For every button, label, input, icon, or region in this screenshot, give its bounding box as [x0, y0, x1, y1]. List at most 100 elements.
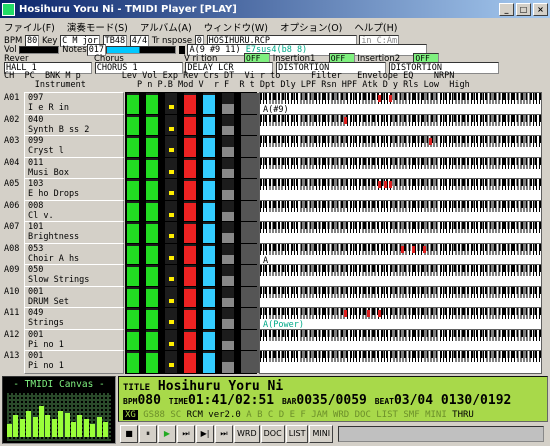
meter-bar [203, 222, 215, 244]
minimize-button[interactable]: _ [499, 2, 514, 16]
note-on-marker [389, 181, 393, 188]
channel-row[interactable]: A12 001 Pi no 1 [4, 328, 544, 353]
xg-indicator: XG [123, 410, 138, 420]
channel-number: A10 [4, 286, 20, 297]
channel-row[interactable]: A03 099 Cryst l [4, 135, 544, 159]
instrument-cell[interactable]: 053 Choir A hs [24, 242, 124, 267]
channel-meters [125, 199, 259, 224]
channel-meters [125, 328, 259, 353]
black-keys [260, 136, 541, 143]
canvas-level-bar [77, 415, 83, 437]
title-row: TITLE Hosihuru Yoru Ni [123, 379, 283, 394]
meter-bar [203, 136, 215, 158]
program-number: 040 [28, 114, 44, 125]
meter-fill [203, 138, 215, 158]
doc-button[interactable]: DOC [260, 425, 285, 443]
instrument-cell[interactable]: 001 DRUM Set [24, 285, 124, 310]
instrument-cell[interactable]: 099 Cryst l [24, 135, 124, 159]
title-label: TITLE [123, 383, 151, 393]
channel-row[interactable]: A09 050 Slow Strings [4, 264, 544, 288]
keyboard-display [259, 221, 542, 245]
channel-row[interactable]: A06 008 Cl v. [4, 199, 544, 224]
keyboard-display [259, 135, 542, 159]
instrument-cell[interactable]: 040 Synth B ss 2 [24, 113, 124, 138]
instrument-cell[interactable]: 001 Pi no 1 [24, 350, 124, 374]
instrument-name: Synth B ss 2 [28, 124, 90, 135]
wrd-button[interactable]: WRD [234, 425, 260, 443]
instrument-cell[interactable]: 001 Pi no 1 [24, 328, 124, 353]
menu-album[interactable]: アルバム(A) [140, 20, 192, 34]
instrument-cell[interactable]: 050 Slow Strings [24, 264, 124, 288]
instrument-name: Cryst l [28, 146, 64, 156]
instrument-name: Cl v. [28, 210, 54, 221]
instrument-cell[interactable]: 008 Cl v. [24, 199, 124, 224]
note-on-marker [389, 95, 393, 102]
time-row: BPM080 TIME01:41/02:51 BAR0035/0059 BEAT… [123, 393, 511, 408]
meter-fill [146, 95, 158, 115]
instrument-cell[interactable]: 049 Strings [24, 307, 124, 331]
instrument-cell[interactable]: 011 Musi Box [24, 156, 124, 181]
keyboard-display [259, 285, 542, 310]
meter-fill [203, 353, 215, 373]
menu-file[interactable]: ファイル(F) [4, 20, 55, 34]
channel-row[interactable]: A04 011 Musi Box [4, 156, 544, 181]
mini-button[interactable]: MINI [309, 425, 334, 443]
menu-options[interactable]: オプション(O) [280, 20, 342, 34]
black-keys [260, 157, 541, 165]
maximize-button[interactable]: □ [516, 2, 531, 16]
channel-row[interactable]: A10 001 DRUM Set [4, 285, 544, 310]
meter-bar [222, 136, 234, 158]
menu-help[interactable]: ヘルプ(H) [354, 20, 397, 34]
menu-play-mode[interactable]: 演奏モード(S) [67, 20, 128, 34]
channel-row[interactable]: A05 103 E ho Drops [4, 178, 544, 202]
skip-button[interactable]: ⏭ [215, 425, 233, 443]
volume-slider[interactable] [338, 426, 544, 442]
menu-window[interactable]: ウィンドウ(W) [204, 20, 268, 34]
meter-bar [127, 329, 139, 352]
channel-row[interactable]: A11 049 Strings A(Power) [4, 307, 544, 331]
canvas-level-bar [96, 417, 102, 437]
instrument-name: DRUM Set [28, 296, 69, 307]
meter-fill [127, 116, 139, 137]
meter-bar [203, 351, 215, 373]
stop-button[interactable]: ■ [120, 425, 138, 443]
channel-row[interactable]: A13 001 Pi no 1 [4, 350, 544, 374]
key-label: Key [41, 35, 58, 46]
meter-bar [222, 351, 234, 373]
meter-fill [146, 159, 158, 180]
meter-fill [127, 181, 139, 201]
meter-bar [165, 265, 177, 287]
meter-fill [203, 95, 215, 115]
meter-bar [146, 308, 158, 330]
black-keys [260, 200, 541, 208]
info-bpm-label: BPM [123, 397, 138, 406]
play-button[interactable]: ▶ [158, 425, 176, 443]
list-button[interactable]: LIST [285, 425, 309, 443]
channel-meters [125, 92, 259, 116]
channel-row[interactable]: A08 053 Choir A hs A [4, 242, 544, 267]
meter-fill [169, 191, 174, 195]
meter-fill [169, 234, 174, 238]
meter-fill [169, 169, 174, 174]
pause-button[interactable]: ⏸ [139, 425, 157, 443]
channel-row[interactable]: A02 040 Synth B ss 2 [4, 113, 544, 138]
notes-indicator [178, 45, 185, 54]
instrument-cell[interactable]: 103 E ho Drops [24, 178, 124, 202]
close-button[interactable]: × [533, 2, 548, 16]
mode-indicators: WRD DOC LIST SMF MINI [332, 410, 447, 420]
instrument-cell[interactable]: 097 I e R in [24, 92, 124, 116]
black-keys [260, 93, 541, 100]
canvas-level-bar [7, 423, 12, 437]
meter-bar [146, 329, 158, 352]
meter-fill [203, 331, 215, 352]
instrument-cell[interactable]: 101 Brightness [24, 221, 124, 245]
info-tick: 0130/0192 [440, 393, 512, 408]
channel-number: A06 [4, 200, 20, 211]
channel-row[interactable]: A01 097 I e R in A(#9) [4, 92, 544, 116]
meter-fill [184, 138, 196, 158]
channel-row[interactable]: A07 101 Brightness [4, 221, 544, 245]
channel-number: A13 [4, 351, 20, 361]
vol-meter [19, 45, 60, 54]
fast-forward-button[interactable]: ⏭ [177, 425, 195, 443]
next-track-button[interactable]: ▶| [196, 425, 214, 443]
